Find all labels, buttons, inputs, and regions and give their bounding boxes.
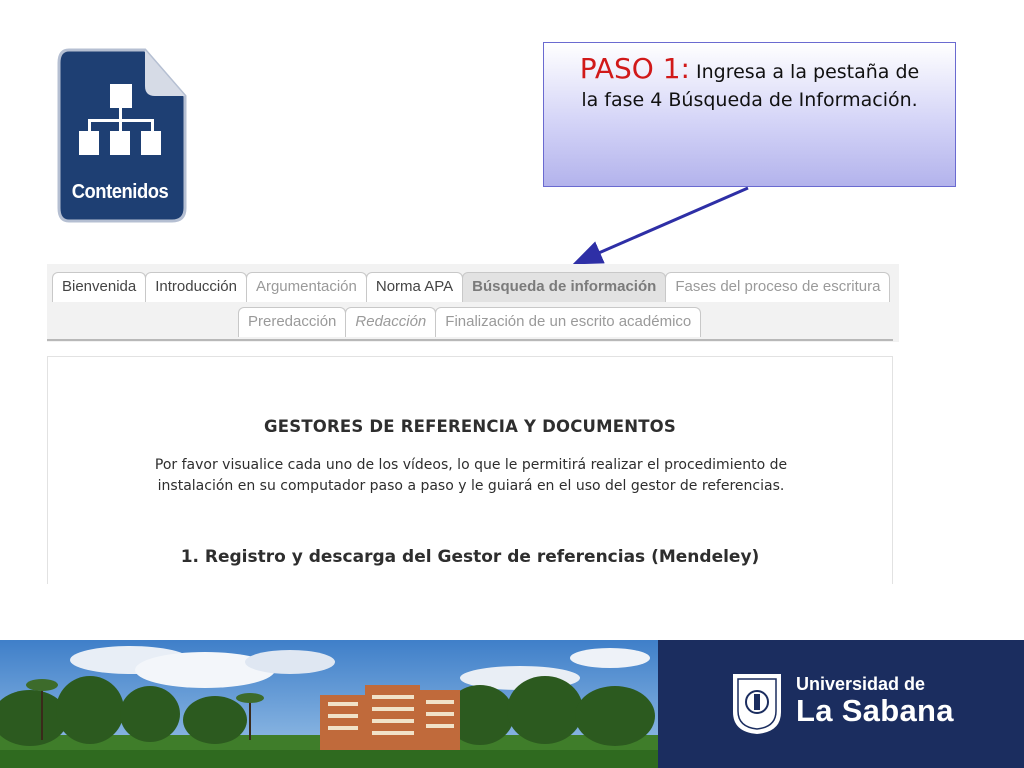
university-seal-icon	[733, 674, 781, 734]
tabs-row-2: Preredacción Redacción Finalización de u…	[238, 307, 702, 337]
contenidos-label: Contenidos	[71, 181, 169, 203]
tab-introduccion[interactable]: Introducción	[145, 272, 247, 302]
step-label: PASO 1:	[579, 52, 690, 85]
contenidos-icon[interactable]: Contenidos	[57, 48, 187, 223]
tab-finalizacion[interactable]: Finalización de un escrito académico	[435, 307, 702, 337]
section-heading-1: 1. Registro y descarga del Gestor de ref…	[180, 547, 760, 567]
step-callout: PASO 1: Ingresa a la pestaña de la fase …	[543, 42, 956, 187]
brand-line1: Universidad de	[796, 674, 926, 694]
content-description: Por favor visualice cada uno de los víde…	[154, 457, 788, 494]
callout-text-line1: Ingresa a la pestaña de	[689, 61, 920, 83]
tabs-row-1: Bienvenida Introducción Argumentación No…	[52, 272, 891, 302]
tab-baseline	[47, 339, 893, 341]
university-brand: Universidad de La Sabana	[658, 640, 1024, 768]
tab-bienvenida[interactable]: Bienvenida	[52, 272, 147, 302]
callout-text-line2: la fase 4 Búsqueda de Información.	[581, 89, 918, 111]
content-heading: GESTORES DE REFERENCIA Y DOCUMENTOS	[264, 417, 676, 436]
tab-argumentacion[interactable]: Argumentación	[245, 272, 367, 302]
tab-redaccion[interactable]: Redacción	[345, 307, 437, 337]
brand-line2: La Sabana	[796, 693, 954, 728]
tab-busqueda-de-informacion[interactable]: Búsqueda de información	[462, 272, 667, 302]
tab-norma-apa[interactable]: Norma APA	[365, 272, 464, 302]
tab-preredaccion[interactable]: Preredacción	[238, 307, 347, 337]
tab-fases-del-proceso[interactable]: Fases del proceso de escritura	[665, 272, 891, 302]
content-panel: GESTORES DE REFERENCIA Y DOCUMENTOS Por …	[47, 356, 893, 584]
campus-photo	[0, 640, 658, 768]
